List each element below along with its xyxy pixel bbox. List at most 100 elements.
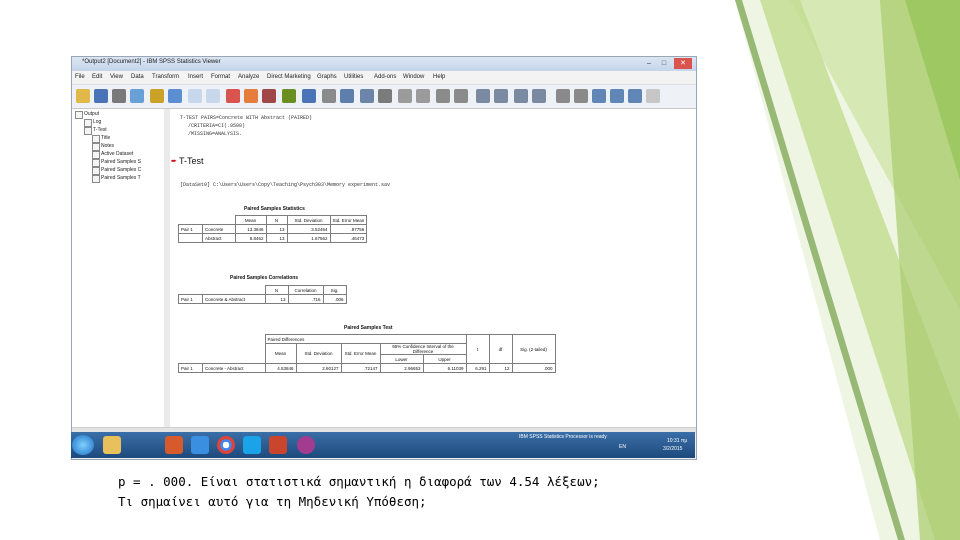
paired-test-table[interactable]: Paired Differences t df Sig. (2-tailed) … xyxy=(178,334,556,373)
chart-builder-icon[interactable] xyxy=(302,89,316,103)
insert-text-icon[interactable] xyxy=(628,89,642,103)
row-label: Concrete xyxy=(202,224,236,234)
matlab-icon[interactable] xyxy=(165,436,183,454)
cell-t: 6.291 xyxy=(465,363,490,373)
cell-se: .72147 xyxy=(340,363,381,373)
select-cases-icon[interactable] xyxy=(322,89,336,103)
menu-view[interactable]: View xyxy=(110,74,123,80)
insert-heading-icon[interactable] xyxy=(592,89,606,103)
menu-file[interactable]: File xyxy=(75,74,85,80)
cell-mean: 13.3846 xyxy=(234,224,267,234)
outline-root[interactable]: Output xyxy=(84,111,99,117)
window-title: *Output2 [Document2] - IBM SPSS Statisti… xyxy=(82,59,221,65)
maximize-icon[interactable]: □ xyxy=(657,58,671,69)
cell-se: .46473 xyxy=(329,233,368,243)
menu-help[interactable]: Help xyxy=(433,74,445,80)
split-icon[interactable] xyxy=(416,89,430,103)
table-row: Pair 1 Concrete - Abstract 4.53846 2.601… xyxy=(178,363,556,373)
expand-icon[interactable] xyxy=(514,89,528,103)
close-icon[interactable]: ✕ xyxy=(674,58,692,69)
weight-icon[interactable] xyxy=(436,89,450,103)
designated-window-icon[interactable] xyxy=(646,89,660,103)
table-row: Pair 1 Concrete & Abstract 13 .716 .006 xyxy=(178,294,347,304)
goto-data-icon[interactable] xyxy=(226,89,240,103)
header-n: N xyxy=(264,285,289,295)
spss-status-label: IBM SPSS Statistics Processor is ready xyxy=(519,434,607,440)
insert-output-icon[interactable] xyxy=(454,89,468,103)
header-upper: Upper xyxy=(422,354,467,364)
show-icon[interactable] xyxy=(556,89,570,103)
designate-window-icon[interactable] xyxy=(398,89,412,103)
menu-data[interactable]: Data xyxy=(131,74,144,80)
menu-analyze[interactable]: Analyze xyxy=(238,74,259,80)
cell-upper: 6.11039 xyxy=(422,363,467,373)
ttest-heading[interactable]: T-Test xyxy=(179,156,204,166)
output-folder-icon xyxy=(75,111,83,119)
menu-direct-marketing[interactable]: Direct Marketing xyxy=(267,74,311,80)
menu-transform[interactable]: Transform xyxy=(152,74,179,80)
chrome-icon[interactable] xyxy=(217,436,235,454)
menu-window[interactable]: Window xyxy=(403,74,424,80)
header-correlation: Correlation xyxy=(287,285,324,295)
skype-icon[interactable] xyxy=(243,436,261,454)
cell-correlation: .716 xyxy=(287,294,324,304)
cell-sd: 1.67562 xyxy=(286,233,331,243)
cell-mean: 4.53846 xyxy=(264,363,297,373)
ttest-folder-icon xyxy=(84,127,92,135)
menu-add-ons[interactable]: Add-ons xyxy=(374,74,396,80)
menu-insert[interactable]: Insert xyxy=(188,74,203,80)
header-sig-2tailed: Sig. (2-tailed) xyxy=(511,334,556,364)
row-label: Abstract xyxy=(202,233,236,243)
outline-item-paired-corr[interactable]: Paired Samples C xyxy=(101,167,141,173)
promote-icon[interactable] xyxy=(476,89,490,103)
pair-label: Pair 1 xyxy=(178,224,203,234)
cell-n: 13 xyxy=(265,233,288,243)
header-lower: Lower xyxy=(379,354,424,364)
redo-icon[interactable] xyxy=(206,89,220,103)
goto-case-icon[interactable] xyxy=(244,89,258,103)
header-std-dev: Std. Deviation xyxy=(286,215,331,225)
syntax-line-1: T-TEST PAIRS=Concrete WITH Abstract (PAI… xyxy=(180,115,313,121)
menu-edit[interactable]: Edit xyxy=(92,74,102,80)
cell-sig: .000 xyxy=(511,363,556,373)
outline-item-log[interactable]: Log xyxy=(93,119,101,125)
paired-stats-table[interactable]: Mean N Std. Deviation Std. Error Mean Pa… xyxy=(178,215,368,243)
print-preview-icon[interactable] xyxy=(130,89,144,103)
demote-icon[interactable] xyxy=(494,89,508,103)
value-labels-icon[interactable] xyxy=(340,89,354,103)
minimize-icon[interactable]: – xyxy=(642,58,656,69)
collapse-icon[interactable] xyxy=(532,89,546,103)
open-folder-icon[interactable] xyxy=(76,89,90,103)
language-indicator[interactable]: EN xyxy=(619,444,626,450)
paired-corr-table[interactable]: N Correlation Sig. Pair 1 Concrete & Abs… xyxy=(178,285,347,304)
recall-dialog-icon[interactable] xyxy=(168,89,182,103)
start-button[interactable] xyxy=(72,435,94,455)
export-icon[interactable] xyxy=(150,89,164,103)
menu-graphs[interactable]: Graphs xyxy=(317,74,337,80)
show-all-icon[interactable] xyxy=(378,89,392,103)
outline-item-paired-test[interactable]: Paired Samples T xyxy=(101,175,141,181)
variables-icon[interactable] xyxy=(282,89,296,103)
header-std-dev: Std. Deviation xyxy=(295,343,342,364)
outline-item-notes[interactable]: Notes xyxy=(101,143,114,149)
row-label: Concrete - Abstract xyxy=(202,363,266,373)
save-icon[interactable] xyxy=(94,89,108,103)
outline-item-title[interactable]: Title xyxy=(101,135,110,141)
use-sets-icon[interactable] xyxy=(360,89,374,103)
outline-item-paired-stats[interactable]: Paired Samples S xyxy=(101,159,141,165)
insert-title-icon[interactable] xyxy=(610,89,624,103)
outline-item-ttest[interactable]: T-Test xyxy=(93,127,107,133)
menu-format[interactable]: Format xyxy=(211,74,230,80)
undo-icon[interactable] xyxy=(188,89,202,103)
print-icon[interactable] xyxy=(112,89,126,103)
menu-utilities[interactable]: Utilities xyxy=(344,74,363,80)
explorer-icon[interactable] xyxy=(103,436,121,454)
dropbox-icon[interactable] xyxy=(191,436,209,454)
hide-icon[interactable] xyxy=(574,89,588,103)
spss-icon[interactable] xyxy=(297,436,315,454)
active-dataset-icon xyxy=(92,151,100,159)
powerpoint-icon[interactable] xyxy=(269,436,287,454)
corr-table-title: Paired Samples Correlations xyxy=(230,275,299,281)
goto-variable-icon[interactable] xyxy=(262,89,276,103)
outline-item-active-dataset[interactable]: Active Dataset xyxy=(101,151,133,157)
